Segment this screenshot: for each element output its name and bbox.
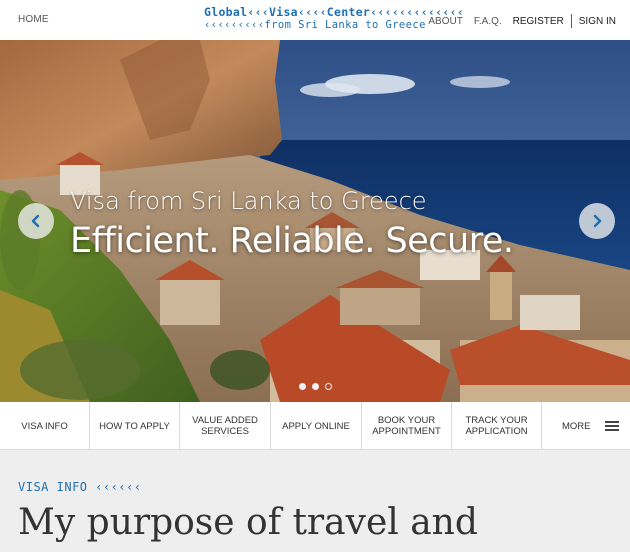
hero-subtitle: Visa from Sri Lanka to Greece [70,187,427,215]
hero-headline: Efficient. Reliable. Secure. [70,221,514,261]
register-link[interactable]: REGISTER [513,16,564,27]
nav-divider [570,14,572,28]
menu-item-how-to-apply[interactable]: HOW TO APPLY [90,402,180,450]
section-title: My purpose of travel and [18,502,478,543]
menu-item-label: VALUE ADDED SERVICES [192,415,258,437]
chevron-right-icon [591,214,603,228]
menu-item-label: APPLY ONLINE [282,420,350,432]
top-nav: ABOUT F.A.Q. REGISTER SIGN IN [428,14,616,28]
section-label: VISA INFO ‹‹‹‹‹‹ [18,480,142,494]
sign-in-link[interactable]: SIGN IN [579,16,616,27]
hero-slider: Visa from Sri Lanka to Greece Efficient.… [0,40,630,402]
site-logo[interactable]: Global‹‹‹Visa‹‹‹‹Center‹‹‹‹‹‹‹‹‹‹‹‹‹ ‹‹‹… [204,5,465,32]
menu-item-track-application[interactable]: TRACK YOUR APPLICATION [452,402,542,450]
slider-prev-button[interactable] [18,203,54,239]
logo-line-1: Global‹‹‹Visa‹‹‹‹Center‹‹‹‹‹‹‹‹‹‹‹‹‹ [204,5,465,19]
menu-item-label: BOOK YOUR APPOINTMENT [372,415,441,437]
faq-link[interactable]: F.A.Q. [474,16,502,27]
main-menu-bar: VISA INFO HOW TO APPLY VALUE ADDED SERVI… [0,402,630,450]
slider-dots [299,383,338,390]
home-link[interactable]: HOME [18,14,49,25]
menu-item-label: HOW TO APPLY [99,420,170,432]
menu-item-label: TRACK YOUR APPLICATION [465,415,528,437]
menu-more-button[interactable]: MORE [542,402,630,450]
menu-item-visa-info[interactable]: VISA INFO [0,402,90,450]
about-link[interactable]: ABOUT [428,16,462,27]
menu-item-value-added-services[interactable]: VALUE ADDED SERVICES [180,402,271,450]
menu-item-book-appointment[interactable]: BOOK YOUR APPOINTMENT [362,402,452,450]
slider-dot-2[interactable] [312,383,319,390]
slider-dot-3[interactable] [325,383,332,390]
slider-next-button[interactable] [579,203,615,239]
slider-dot-1[interactable] [299,383,306,390]
content-section: VISA INFO ‹‹‹‹‹‹ My purpose of travel an… [0,450,630,552]
menu-item-apply-online[interactable]: APPLY ONLINE [271,402,362,450]
menu-item-label: VISA INFO [21,420,68,432]
chevron-left-icon [30,214,42,228]
menu-more-label: MORE [562,420,591,432]
site-header: HOME Global‹‹‹Visa‹‹‹‹Center‹‹‹‹‹‹‹‹‹‹‹‹… [0,0,630,40]
logo-line-2: ‹‹‹‹‹‹‹‹‹from Sri Lanka to Greece [204,19,426,31]
hamburger-menu-icon [604,419,619,434]
